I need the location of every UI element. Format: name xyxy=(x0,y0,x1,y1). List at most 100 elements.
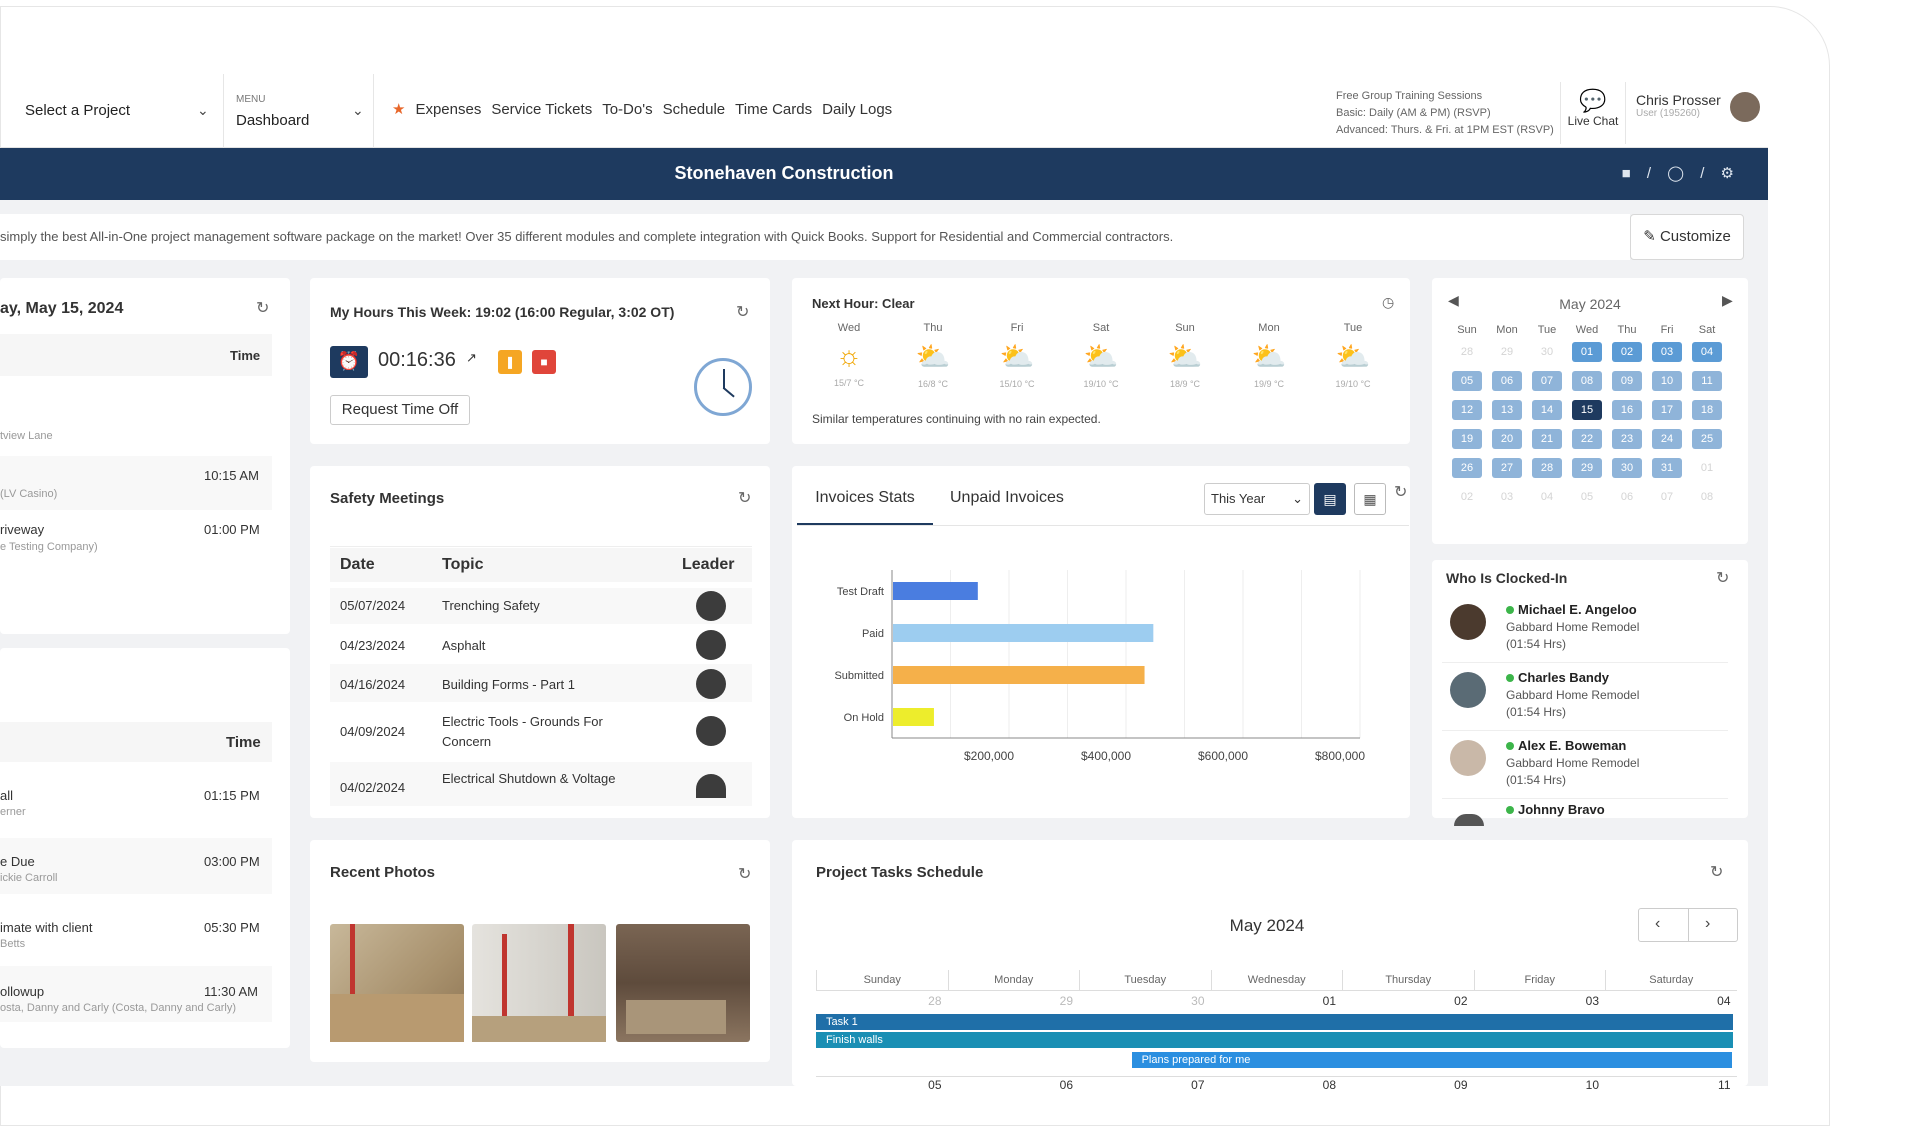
calendar-day[interactable]: 29 xyxy=(1572,458,1602,478)
nav-link-todos[interactable]: To-Do's xyxy=(602,101,652,118)
bar-submitted[interactable] xyxy=(893,666,1145,684)
alarm-clock-icon[interactable]: ⏰ xyxy=(330,346,368,378)
calendar-day[interactable]: 09 xyxy=(1612,371,1642,391)
calendar-day[interactable]: 08 xyxy=(1692,487,1722,507)
meeting-topic[interactable]: Electrical Shutdown & Voltage xyxy=(442,771,615,786)
calendar-day[interactable]: 04 xyxy=(1532,487,1562,507)
task-bar[interactable]: Task 1 xyxy=(816,1014,1733,1030)
calendar-day[interactable]: 12 xyxy=(1452,400,1482,420)
live-chat-button[interactable]: 💬 Live Chat xyxy=(1560,82,1626,144)
list-item[interactable] xyxy=(0,456,272,510)
task-title[interactable]: imate with client xyxy=(0,920,92,935)
table-grid-icon[interactable]: ▦ xyxy=(1354,483,1386,515)
request-time-off-button[interactable]: Request Time Off xyxy=(330,395,470,425)
project-select[interactable]: Select a Project ⌄ xyxy=(0,74,224,148)
refresh-icon[interactable]: ↻ xyxy=(256,298,269,318)
calendar-day[interactable]: 05 xyxy=(1452,371,1482,391)
refresh-icon[interactable]: ↻ xyxy=(1394,482,1407,502)
task-title[interactable]: all xyxy=(0,788,13,803)
calendar-day[interactable]: 08 xyxy=(1572,371,1602,391)
photo-thumbnail[interactable] xyxy=(472,924,606,1042)
calendar-day[interactable]: 13 xyxy=(1492,400,1522,420)
tab-unpaid-invoices[interactable]: Unpaid Invoices xyxy=(950,470,1064,526)
chevron-right-icon[interactable]: › xyxy=(1705,915,1710,933)
training-advanced[interactable]: Advanced: Thurs. & Fri. at 1PM EST (RSVP… xyxy=(1336,122,1554,139)
meeting-topic[interactable]: Trenching Safety xyxy=(442,598,540,613)
calendar-day[interactable]: 05 xyxy=(1572,487,1602,507)
avatar[interactable] xyxy=(1730,92,1760,122)
calendar-day[interactable]: 25 xyxy=(1692,429,1722,449)
bar-test-draft[interactable] xyxy=(893,582,978,600)
photo-thumbnail[interactable] xyxy=(330,924,464,1042)
refresh-icon[interactable]: ↻ xyxy=(738,488,751,508)
training-sessions[interactable]: Free Group Training Sessions Basic: Dail… xyxy=(1336,88,1554,139)
nav-link-expenses[interactable]: Expenses xyxy=(415,101,481,118)
calendar-day[interactable]: 01 xyxy=(1692,458,1722,478)
task-title[interactable]: ollowup xyxy=(0,984,44,999)
clocked-person[interactable]: Johnny Bravo xyxy=(1450,802,1750,826)
calendar-day[interactable]: 30 xyxy=(1532,342,1562,362)
calendar-day[interactable]: 02 xyxy=(1452,487,1482,507)
calendar-day[interactable]: 23 xyxy=(1612,429,1642,449)
pause-button[interactable]: ❚ xyxy=(498,350,522,374)
task-bar[interactable]: Finish walls xyxy=(816,1032,1733,1048)
bar-paid[interactable] xyxy=(893,624,1154,642)
calendar-day[interactable]: 17 xyxy=(1652,400,1682,420)
bar-chart-icon[interactable]: ▤ xyxy=(1314,483,1346,515)
refresh-icon[interactable]: ↻ xyxy=(1710,862,1723,882)
task-bar[interactable]: Plans prepared for me xyxy=(1131,1052,1733,1068)
gear-icon[interactable]: ⚙ xyxy=(1721,165,1740,182)
stop-button[interactable]: ■ xyxy=(532,350,556,374)
calendar-day[interactable]: 07 xyxy=(1532,371,1562,391)
calendar-day[interactable]: 26 xyxy=(1452,458,1482,478)
calendar-day[interactable]: 19 xyxy=(1452,429,1482,449)
calendar-day[interactable]: 30 xyxy=(1612,458,1642,478)
calendar-day[interactable]: 18 xyxy=(1692,400,1722,420)
calendar-day[interactable]: 03 xyxy=(1652,342,1682,362)
customize-button[interactable]: ✎ Customize xyxy=(1630,214,1744,260)
meeting-topic[interactable]: Building Forms - Part 1 xyxy=(442,677,575,692)
photo-thumbnail[interactable] xyxy=(616,924,750,1042)
nav-link-schedule[interactable]: Schedule xyxy=(663,101,726,118)
meeting-topic[interactable]: Asphalt xyxy=(442,638,485,653)
calendar-day[interactable]: 28 xyxy=(1532,458,1562,478)
calendar-day[interactable]: 07 xyxy=(1652,487,1682,507)
refresh-icon[interactable]: ↻ xyxy=(738,864,751,884)
menu-select[interactable]: MENU Dashboard ⌄ xyxy=(224,74,374,148)
calendar-day[interactable]: 01 xyxy=(1572,342,1602,362)
calendar-day[interactable]: 06 xyxy=(1612,487,1642,507)
calendar-day[interactable]: 11 xyxy=(1692,371,1722,391)
refresh-icon[interactable]: ↻ xyxy=(736,302,749,322)
calendar-day[interactable]: 14 xyxy=(1532,400,1562,420)
video-icon[interactable]: ■ xyxy=(1622,165,1637,182)
calendar-day[interactable]: 27 xyxy=(1492,458,1522,478)
training-basic[interactable]: Basic: Daily (AM & PM) (RSVP) xyxy=(1336,105,1554,122)
meeting-topic[interactable]: Electric Tools - Grounds For xyxy=(442,714,603,729)
calendar-day[interactable]: 21 xyxy=(1532,429,1562,449)
calendar-day[interactable]: 10 xyxy=(1652,371,1682,391)
calendar-day[interactable]: 29 xyxy=(1492,342,1522,362)
clock-history-icon[interactable]: ◷ xyxy=(1382,294,1394,311)
nav-link-daily-logs[interactable]: Daily Logs xyxy=(822,101,892,118)
lightbulb-icon[interactable]: ◯ xyxy=(1667,165,1690,182)
period-select[interactable]: This Year ⌄ xyxy=(1204,483,1310,515)
calendar-day[interactable]: 28 xyxy=(1452,342,1482,362)
agenda-title[interactable]: riveway xyxy=(0,522,44,537)
bar-on-hold[interactable] xyxy=(893,708,934,726)
chevron-left-icon[interactable]: ‹ xyxy=(1655,915,1660,933)
calendar-day[interactable]: 22 xyxy=(1572,429,1602,449)
calendar-day[interactable]: 04 xyxy=(1692,342,1722,362)
nav-link-service-tickets[interactable]: Service Tickets xyxy=(491,101,592,118)
calendar-day[interactable]: 03 xyxy=(1492,487,1522,507)
expand-arrow-icon[interactable]: ↗ xyxy=(466,350,477,366)
calendar-day[interactable]: 31 xyxy=(1652,458,1682,478)
nav-link-time-cards[interactable]: Time Cards xyxy=(735,101,812,118)
refresh-icon[interactable]: ↻ xyxy=(1716,568,1729,588)
task-title[interactable]: e Due xyxy=(0,854,35,869)
calendar-day[interactable]: 02 xyxy=(1612,342,1642,362)
calendar-day[interactable]: 20 xyxy=(1492,429,1522,449)
calendar-day[interactable]: 06 xyxy=(1492,371,1522,391)
calendar-day[interactable]: 15 xyxy=(1572,400,1602,420)
next-month-icon[interactable]: ▶ xyxy=(1722,292,1733,309)
calendar-day[interactable]: 24 xyxy=(1652,429,1682,449)
